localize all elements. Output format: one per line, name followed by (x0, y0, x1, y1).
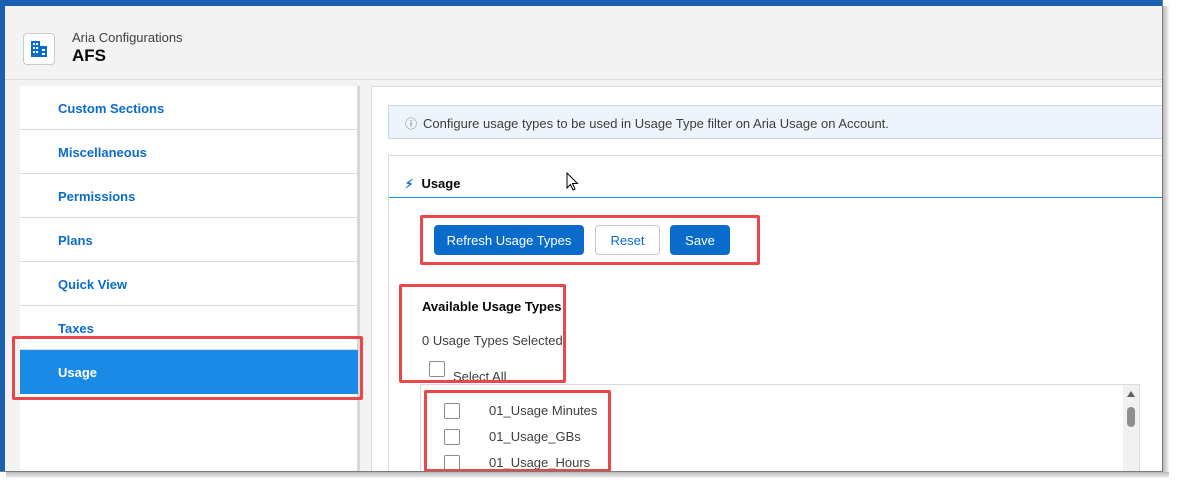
scroll-thumb[interactable] (1127, 407, 1135, 427)
sidebar-item-label: Custom Sections (58, 101, 165, 116)
building-grid-icon (23, 33, 55, 65)
sidebar-item-miscellaneous[interactable]: Miscellaneous (20, 130, 358, 174)
highlight-usage-nav (12, 336, 363, 400)
info-text: Configure usage types to be used in Usag… (423, 116, 889, 131)
highlight-available-types (399, 284, 566, 383)
list-scrollbar[interactable] (1123, 385, 1139, 471)
mouse-cursor-icon (566, 171, 580, 197)
sidebar-item-custom-sections[interactable]: Custom Sections (20, 86, 358, 130)
sidebar-item-quick-view[interactable]: Quick View (20, 262, 358, 306)
scroll-up-icon[interactable] (1127, 391, 1135, 397)
sidebar-item-label: Permissions (58, 189, 136, 204)
sidebar-item-label: Quick View (58, 277, 128, 292)
frame-shadow-bottom (6, 472, 1169, 478)
info-banner: ⓘ Configure usage types to be used in Usa… (388, 105, 1162, 139)
sidebar-item-permissions[interactable]: Permissions (20, 174, 358, 218)
sidebar-item-plans[interactable]: Plans (20, 218, 358, 262)
sidebar-item-label: Miscellaneous (58, 145, 147, 160)
highlight-usage-list (424, 390, 611, 471)
card-divider (389, 197, 1162, 198)
highlight-buttons (420, 215, 760, 265)
sidebar-item-label: Plans (58, 233, 93, 248)
page-title: AFS (72, 46, 106, 65)
frame-shadow-right (1163, 6, 1169, 478)
sidebar-item-label: Taxes (58, 321, 94, 336)
app-subtitle: Aria Configurations (72, 30, 183, 45)
sidebar-nav: Custom Sections Miscellaneous Permission… (20, 86, 360, 471)
info-icon: ⓘ (405, 117, 418, 131)
card-title-text: Usage (421, 176, 461, 191)
page-header: Aria Configurations AFS (5, 18, 1162, 80)
screenshot-frame: Aria Configurations AFS Custom Sections … (0, 0, 1163, 472)
bolt-icon: ⚡︎ (405, 177, 414, 191)
card-title: ⚡︎ Usage (405, 176, 460, 191)
